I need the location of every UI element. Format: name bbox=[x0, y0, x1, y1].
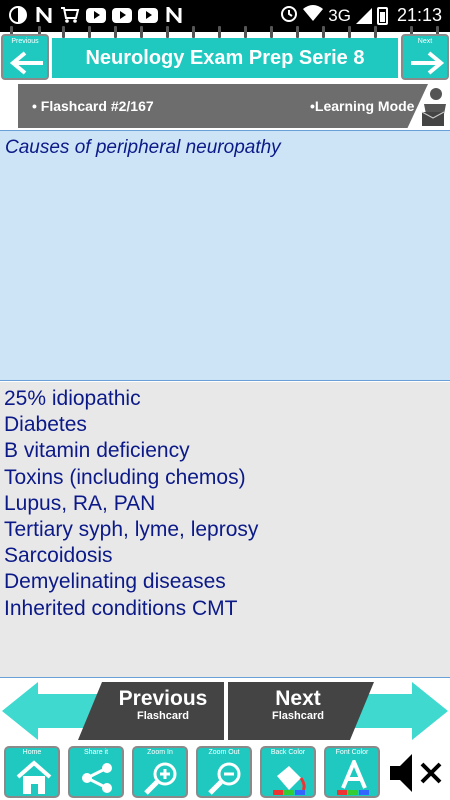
flashcard-navigation: Previous Flashcard Next Flashcard bbox=[0, 680, 450, 742]
question-text: Causes of peripheral neuropathy bbox=[5, 137, 281, 158]
app-title: Neurology Exam Prep Serie 8 bbox=[52, 38, 398, 78]
home-icon bbox=[16, 760, 52, 794]
paint-bucket-icon bbox=[273, 766, 306, 795]
learning-mode-icon[interactable] bbox=[416, 84, 448, 128]
next-label: Next bbox=[275, 687, 321, 710]
arrow-left-icon bbox=[9, 51, 43, 75]
arrow-right-icon bbox=[411, 51, 445, 75]
zoom-out-caption: Zoom Out bbox=[208, 749, 240, 756]
question-panel[interactable]: Causes of peripheral neuropathy bbox=[0, 130, 450, 381]
answer-list: 25% idiopathic Diabetes B vitamin defici… bbox=[4, 386, 258, 622]
clock: 21:13 bbox=[396, 5, 442, 25]
previous-sub-label: Flashcard bbox=[137, 710, 189, 722]
alarm-icon bbox=[280, 4, 298, 27]
system-icons: 3G 21:13 bbox=[280, 4, 442, 27]
answer-item: Diabetes bbox=[4, 413, 87, 437]
brightness-icon bbox=[8, 4, 28, 26]
next-card-button[interactable]: Next bbox=[401, 34, 449, 80]
answer-item: Inherited conditions CMT bbox=[4, 596, 238, 620]
zoom-out-icon bbox=[208, 762, 241, 795]
zoom-in-caption: Zoom In bbox=[147, 749, 173, 756]
info-bar: • Flashcard #2/167 •Learning Mode bbox=[0, 82, 450, 130]
answer-item: Demyelinating diseases bbox=[4, 570, 226, 594]
n-icon bbox=[34, 4, 54, 26]
answer-item: Toxins (including chemos) bbox=[4, 465, 246, 489]
youtube-icon bbox=[86, 4, 106, 26]
home-button[interactable]: Home bbox=[4, 746, 60, 798]
font-color-caption: Font Color bbox=[335, 749, 369, 756]
font-color-icon bbox=[337, 760, 369, 795]
font-color-button[interactable]: Font Color bbox=[324, 746, 380, 798]
cart-icon bbox=[60, 4, 80, 26]
zoom-in-icon bbox=[144, 762, 177, 795]
wifi-icon bbox=[303, 5, 324, 26]
previous-caption: Previous bbox=[11, 38, 39, 45]
answer-item: 25% idiopathic bbox=[4, 387, 141, 410]
notification-icons bbox=[8, 4, 184, 26]
app-header: Previous Neurology Exam Prep Serie 8 Nex… bbox=[0, 26, 450, 82]
back-color-caption: Back Color bbox=[270, 749, 306, 756]
binder-rings bbox=[0, 26, 450, 38]
home-caption: Home bbox=[22, 749, 42, 756]
youtube-icon bbox=[112, 4, 132, 26]
signal-icon bbox=[355, 7, 372, 24]
answer-item: Tertiary syph, lyme, leprosy bbox=[4, 518, 259, 542]
n-icon bbox=[164, 4, 184, 26]
previous-flashcard-button[interactable]: Previous Flashcard bbox=[2, 682, 224, 740]
mute-speaker-icon[interactable] bbox=[388, 750, 446, 796]
youtube-icon bbox=[138, 4, 158, 26]
share-caption: Share it bbox=[83, 749, 109, 756]
bottom-toolbar: Home Share it Zoom In Zoom Out Back Colo… bbox=[0, 742, 450, 800]
share-icon bbox=[82, 763, 112, 793]
next-sub-label: Flashcard bbox=[272, 710, 324, 722]
battery-icon bbox=[376, 6, 388, 25]
flashcard-counter: • Flashcard #2/167 bbox=[32, 98, 154, 114]
back-color-button[interactable]: Back Color bbox=[260, 746, 316, 798]
answer-panel[interactable]: 25% idiopathic Diabetes B vitamin defici… bbox=[0, 382, 450, 678]
answer-item: Sarcoidosis bbox=[4, 544, 113, 568]
share-button[interactable]: Share it bbox=[68, 746, 124, 798]
network-type: 3G bbox=[328, 5, 351, 25]
answer-item: Lupus, RA, PAN bbox=[4, 491, 156, 515]
previous-label: Previous bbox=[118, 687, 208, 710]
mode-label[interactable]: •Learning Mode bbox=[310, 98, 414, 114]
zoom-in-button[interactable]: Zoom In bbox=[132, 746, 188, 798]
next-caption: Next bbox=[417, 38, 433, 45]
previous-card-button[interactable]: Previous bbox=[1, 34, 49, 80]
next-flashcard-button[interactable]: Next Flashcard bbox=[228, 682, 448, 740]
answer-item: B vitamin deficiency bbox=[4, 439, 190, 463]
zoom-out-button[interactable]: Zoom Out bbox=[196, 746, 252, 798]
